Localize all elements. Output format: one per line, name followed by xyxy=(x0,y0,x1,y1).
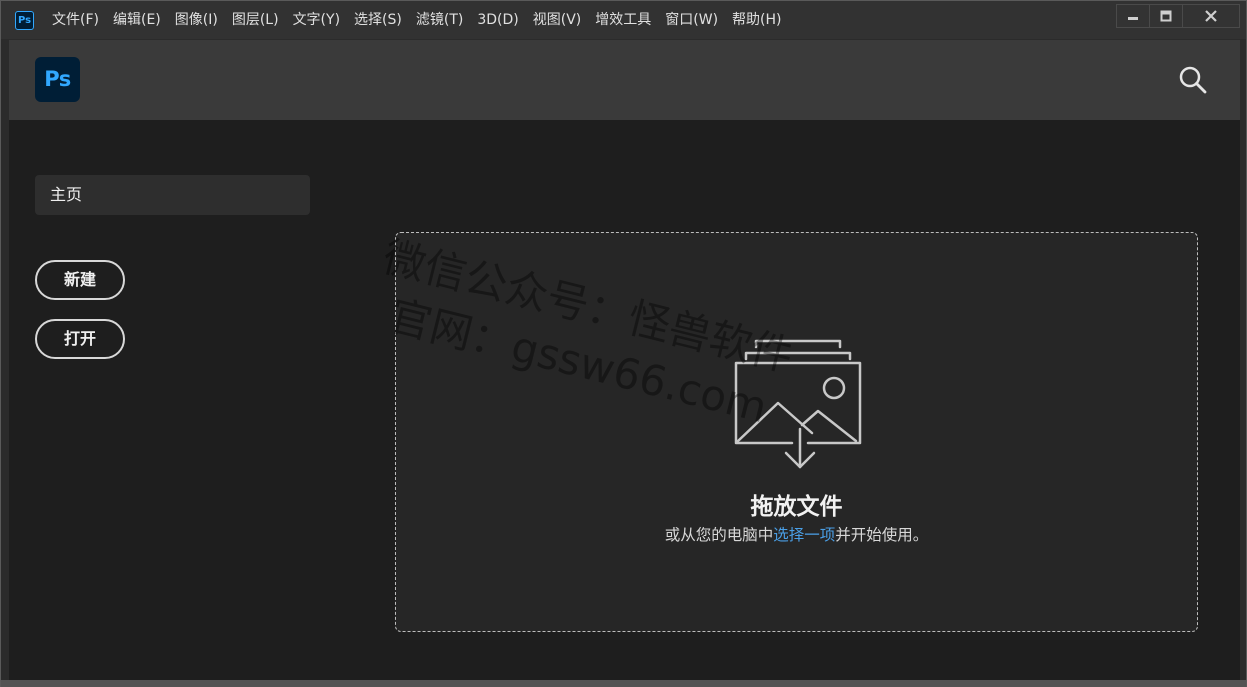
menu-items: 文件(F) 编辑(E) 图像(I) 图层(L) 文字(Y) 选择(S) 滤镜(T… xyxy=(45,1,789,39)
maximize-button[interactable] xyxy=(1149,4,1183,28)
home-header: Ps xyxy=(9,40,1240,120)
window-controls xyxy=(1116,4,1240,28)
menu-view[interactable]: 视图(V) xyxy=(526,1,589,39)
drop-subtitle-suffix: 并开始使用。 xyxy=(835,526,929,544)
menu-window[interactable]: 窗口(W) xyxy=(658,1,725,39)
close-button[interactable] xyxy=(1182,4,1240,28)
menu-type[interactable]: 文字(Y) xyxy=(286,1,347,39)
minimize-icon xyxy=(1128,17,1138,20)
select-file-link[interactable]: 选择一项 xyxy=(773,526,835,544)
menu-plugins[interactable]: 增效工具 xyxy=(588,1,658,39)
menu-3d[interactable]: 3D(D) xyxy=(470,1,525,39)
app-icon[interactable]: Ps xyxy=(15,11,34,30)
home-main: 主页 新建 打开 拖放文件 或从您的电脑中选择一项并开始使用。 xyxy=(9,120,1240,680)
menu-help[interactable]: 帮助(H) xyxy=(725,1,788,39)
open-button[interactable]: 打开 xyxy=(35,319,125,359)
photoshop-window: Ps 文件(F) 编辑(E) 图像(I) 图层(L) 文字(Y) 选择(S) 滤… xyxy=(0,0,1247,687)
menu-edit[interactable]: 编辑(E) xyxy=(106,1,168,39)
window-bottom-edge xyxy=(1,680,1246,687)
drop-title: 拖放文件 xyxy=(750,494,843,520)
menu-filter[interactable]: 滤镜(T) xyxy=(409,1,470,39)
sidebar-item-home[interactable]: 主页 xyxy=(35,175,310,215)
drop-subtitle-prefix: 或从您的电脑中 xyxy=(664,526,774,544)
drop-zone[interactable]: 拖放文件 或从您的电脑中选择一项并开始使用。 xyxy=(395,232,1198,632)
image-stack-download-icon xyxy=(734,339,862,469)
drop-subtitle: 或从您的电脑中选择一项并开始使用。 xyxy=(396,523,1197,545)
ps-logo: Ps xyxy=(35,57,80,102)
search-icon xyxy=(1179,66,1207,94)
menu-image[interactable]: 图像(I) xyxy=(168,1,225,39)
menu-bar: Ps 文件(F) 编辑(E) 图像(I) 图层(L) 文字(Y) 选择(S) 滤… xyxy=(1,1,1246,39)
search-button[interactable] xyxy=(1178,65,1208,95)
close-icon xyxy=(1205,10,1217,22)
menu-select[interactable]: 选择(S) xyxy=(347,1,409,39)
minimize-button[interactable] xyxy=(1116,4,1150,28)
new-button[interactable]: 新建 xyxy=(35,260,125,300)
maximize-icon xyxy=(1160,10,1172,22)
menu-layer[interactable]: 图层(L) xyxy=(225,1,286,39)
menu-file[interactable]: 文件(F) xyxy=(45,1,106,39)
